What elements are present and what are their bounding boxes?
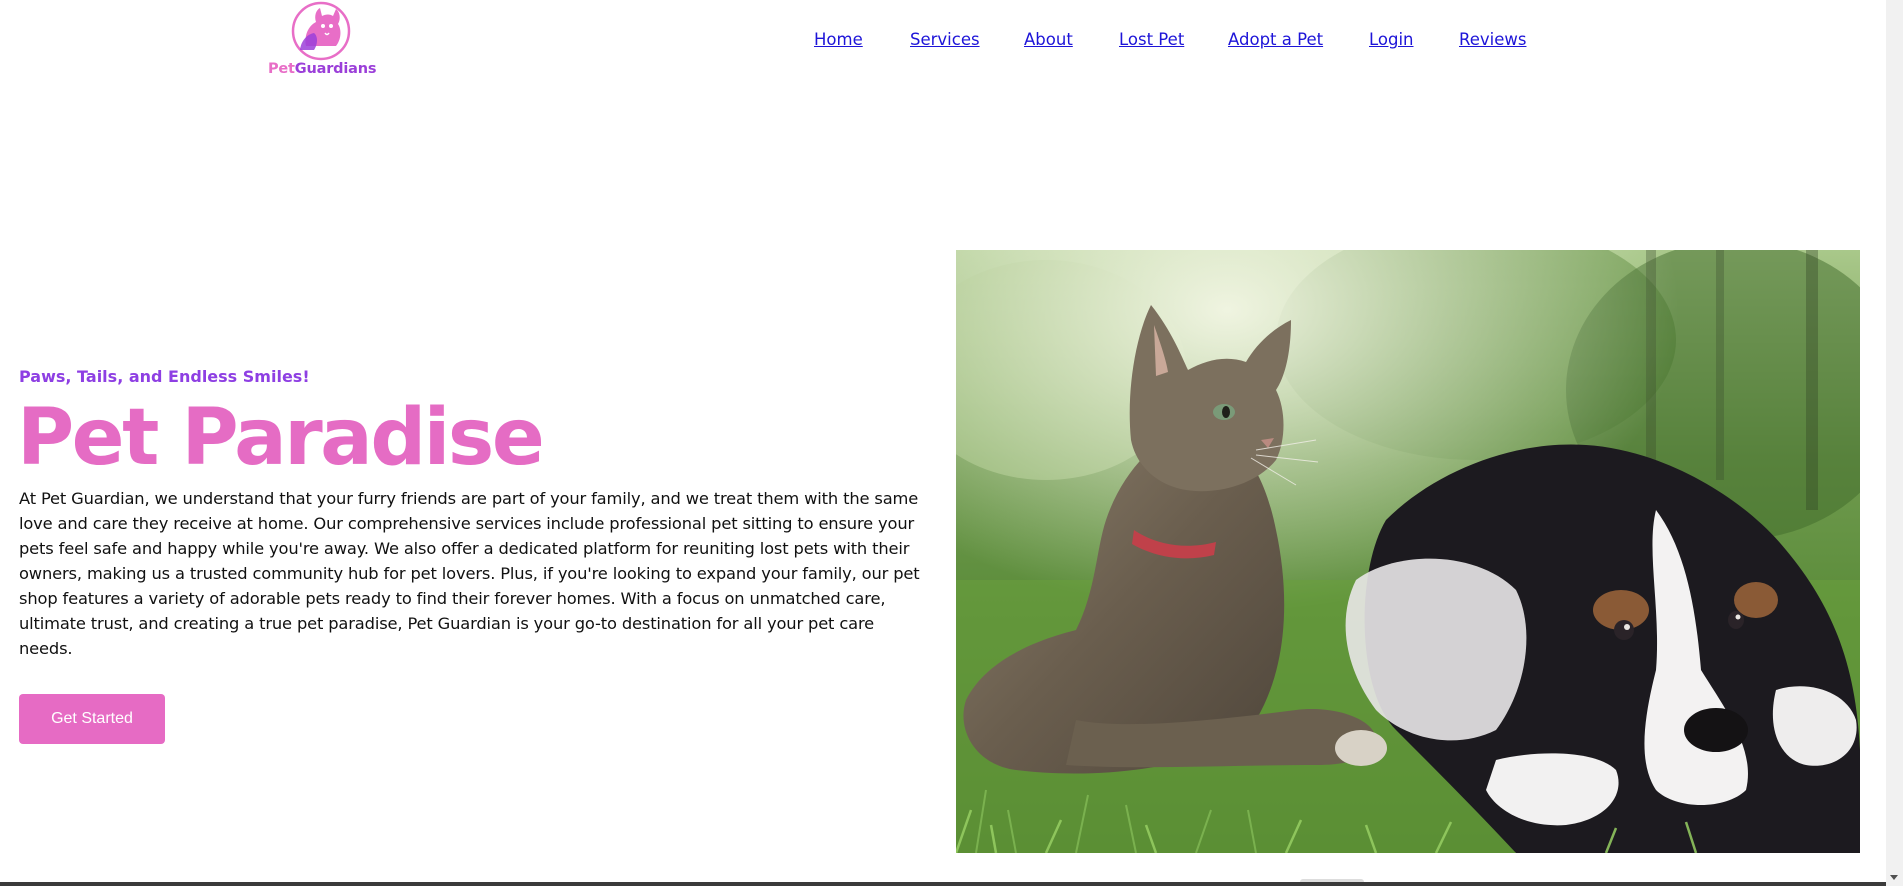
nav-link-reviews[interactable]: Reviews <box>1459 30 1526 49</box>
hero-image-cat-and-dog <box>956 250 1860 853</box>
scroll-down-arrow-icon[interactable] <box>1890 875 1898 880</box>
hero-tagline: Paws, Tails, and Endless Smiles! <box>19 367 310 386</box>
nav-link-lost-pet[interactable]: Lost Pet <box>1119 30 1184 49</box>
pet-logo-icon <box>291 1 351 61</box>
nav-link-about[interactable]: About <box>1024 30 1073 49</box>
logo-wordmark-pet: Pet <box>268 61 295 77</box>
nav-link-services[interactable]: Services <box>910 30 980 49</box>
site-logo[interactable]: PetGuardians <box>268 0 376 82</box>
nav-link-home[interactable]: Home <box>814 30 863 49</box>
nav-link-login[interactable]: Login <box>1369 30 1414 49</box>
bottom-edge-bar <box>0 879 1886 886</box>
logo-wordmark-guardians: Guardians <box>294 61 377 77</box>
vertical-scrollbar[interactable] <box>1886 0 1903 886</box>
hero-description: At Pet Guardian, we understand that your… <box>19 489 920 658</box>
logo-wordmark: PetGuardians <box>268 61 376 77</box>
nav-link-adopt-a-pet[interactable]: Adopt a Pet <box>1228 30 1323 49</box>
bottom-bar-handle <box>1300 879 1364 882</box>
hero-title: Pet Paradise <box>17 393 545 483</box>
get-started-button[interactable]: Get Started <box>19 694 165 744</box>
